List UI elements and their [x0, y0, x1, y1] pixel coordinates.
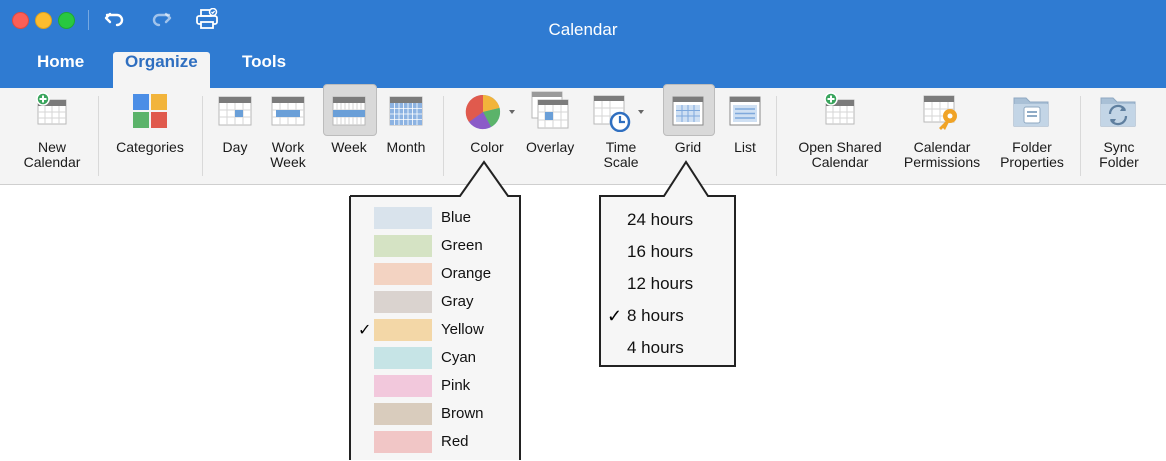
- open-shared-calendar-label: Open Shared Calendar: [798, 139, 882, 170]
- checkmark-icon: ✓: [358, 322, 372, 339]
- color-menu-item-label: Brown: [441, 405, 484, 422]
- window-title: Calendar: [548, 20, 618, 39]
- checkmark-icon: ✓: [607, 306, 623, 326]
- grid-label: Grid: [674, 139, 702, 155]
- color-menu-item-label: Gray: [441, 293, 474, 310]
- open-shared-calendar-button[interactable]: Open Shared Calendar: [790, 86, 890, 176]
- color-menu-item-brown[interactable]: Brown: [352, 402, 518, 426]
- ribbon-divider: [1080, 96, 1081, 176]
- overlay-label: Overlay: [526, 139, 575, 155]
- calendar-permissions-label: Calendar Permissions: [903, 139, 981, 170]
- grid-menu-item-label: 24 hours: [627, 210, 694, 229]
- ribbon-divider: [202, 96, 203, 176]
- dropdown-arrow-icon: [509, 110, 515, 114]
- list-label: List: [734, 139, 756, 155]
- color-menu-item-label: Pink: [441, 377, 471, 394]
- sync-folder-icon: [1100, 97, 1136, 127]
- ribbon-divider: [776, 96, 777, 176]
- color-menu-item-red[interactable]: Red: [352, 430, 518, 454]
- grid-icon: [672, 96, 704, 126]
- time-scale-icon: [593, 95, 644, 133]
- day-view-label: Day: [222, 139, 248, 155]
- week-view-icon: [332, 96, 366, 126]
- grid-menu-item[interactable]: 4 hours: [602, 336, 734, 362]
- sync-folder-label: Sync Folder: [1099, 139, 1139, 170]
- color-menu-item-orange[interactable]: Orange: [352, 262, 518, 286]
- grid-menu-item-label: 4 hours: [627, 338, 684, 357]
- grid-menu-item-label: 16 hours: [627, 242, 694, 261]
- grid-menu-item[interactable]: 24 hours: [602, 208, 734, 234]
- work-week-view-button[interactable]: Work Week: [267, 86, 309, 176]
- color-swatch: [374, 263, 432, 285]
- new-calendar-icon: [36, 92, 67, 125]
- color-menu-item-green[interactable]: Green: [352, 234, 518, 258]
- color-swatch: [374, 291, 432, 313]
- grid-dropdown-menu: 24 hours 16 hours 12 hours ✓ 8 hours 4 hours: [598, 160, 738, 370]
- color-swatch: [374, 431, 432, 453]
- grid-menu-item[interactable]: 12 hours: [602, 272, 734, 298]
- color-wheel-icon: [465, 94, 515, 130]
- color-swatch: [374, 235, 432, 257]
- color-menu-item-label: Green: [441, 237, 483, 254]
- overlay-icon: [531, 91, 569, 129]
- color-menu-item-pink[interactable]: Pink: [352, 374, 518, 398]
- color-dropdown-menu: Blue Green Orange Gray ✓ Yellow Cyan Pink Brown R…: [348, 160, 524, 460]
- month-view-label: Month: [386, 139, 426, 155]
- color-label: Color: [470, 139, 504, 155]
- open-shared-calendar-icon: [824, 92, 855, 125]
- folder-properties-icon: [1013, 97, 1049, 127]
- color-menu-item-label: Orange: [441, 265, 492, 282]
- calendar-permissions-icon: [923, 95, 957, 130]
- sync-folder-button[interactable]: Sync Folder: [1088, 86, 1150, 176]
- tab-home[interactable]: Home: [37, 50, 84, 84]
- color-menu-item-blue[interactable]: Blue: [352, 206, 518, 230]
- color-swatch: [374, 207, 432, 229]
- calendar-permissions-button[interactable]: Calendar Permissions: [897, 86, 987, 176]
- folder-properties-button[interactable]: Folder Properties: [994, 86, 1070, 176]
- categories-button[interactable]: Categories: [104, 86, 196, 176]
- categories-icon: [133, 94, 167, 128]
- color-swatch: [374, 403, 432, 425]
- tab-tools[interactable]: Tools: [242, 50, 286, 84]
- color-swatch: [374, 347, 432, 369]
- new-calendar-label: New Calendar: [23, 139, 81, 170]
- categories-label: Categories: [116, 139, 184, 155]
- color-menu-item-label: Yellow: [441, 321, 484, 338]
- grid-menu-item-label: 12 hours: [627, 274, 694, 293]
- list-icon: [729, 96, 761, 126]
- day-view-button[interactable]: Day: [215, 86, 255, 176]
- new-calendar-button[interactable]: New Calendar: [14, 86, 90, 176]
- color-swatch: [374, 375, 432, 397]
- grid-menu-item-label: 8 hours: [627, 306, 684, 325]
- work-week-view-icon: [271, 96, 305, 126]
- ribbon-divider: [98, 96, 99, 176]
- folder-properties-label: Folder Properties: [1000, 139, 1064, 170]
- week-view-label: Week: [331, 139, 367, 155]
- color-menu-item-cyan[interactable]: Cyan: [352, 346, 518, 370]
- color-menu-item-label: Blue: [441, 209, 472, 226]
- grid-menu-item[interactable]: ✓ 8 hours: [602, 304, 734, 330]
- grid-menu-item[interactable]: 16 hours: [602, 240, 734, 266]
- color-menu-item-gray[interactable]: Gray: [352, 290, 518, 314]
- tab-organize[interactable]: Organize: [113, 52, 210, 88]
- work-week-view-label: Work Week: [270, 139, 306, 170]
- color-menu-item-label: Cyan: [441, 349, 477, 366]
- overlay-button[interactable]: Overlay: [526, 86, 574, 176]
- month-view-icon: [389, 96, 423, 126]
- color-menu-item-yellow[interactable]: ✓ Yellow: [352, 318, 518, 342]
- color-swatch: [374, 319, 432, 341]
- color-menu-item-label: Red: [441, 433, 469, 450]
- day-view-icon: [218, 96, 252, 126]
- title-bar: Calendar Home Organize Tools: [0, 0, 1166, 88]
